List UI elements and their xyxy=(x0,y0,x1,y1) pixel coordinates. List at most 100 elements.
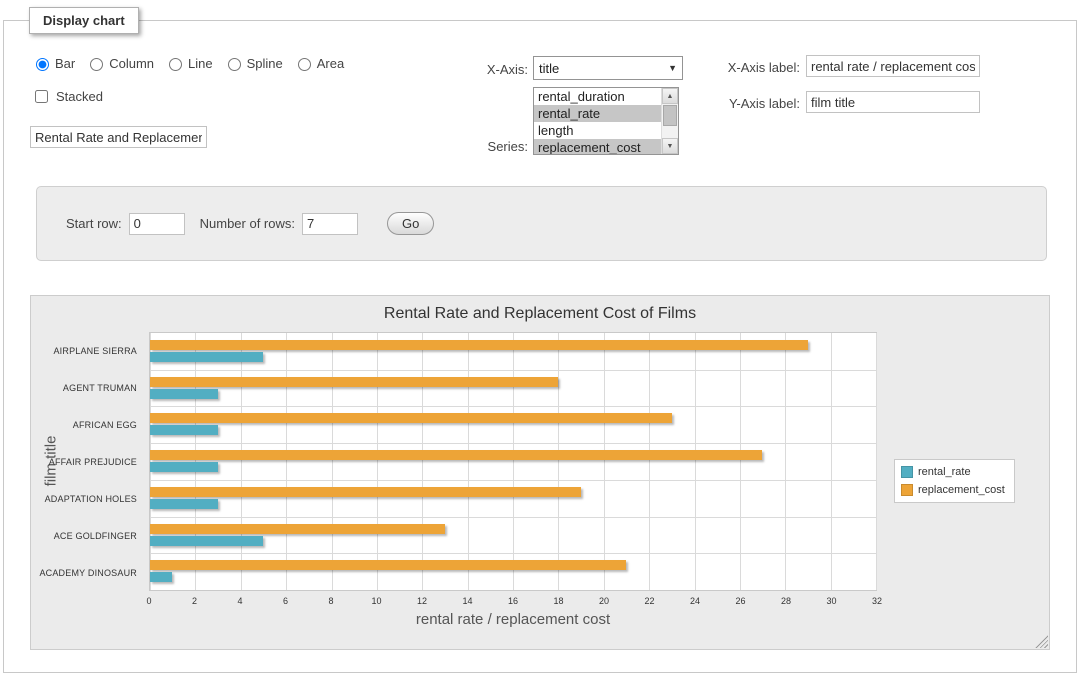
series-listbox[interactable]: rental_duration rental_rate length repla… xyxy=(533,87,679,155)
horizontal-gridline xyxy=(150,443,876,444)
x-axis-label-label: X-Axis label: xyxy=(712,60,800,75)
bar-replacement_cost xyxy=(150,487,581,497)
number-of-rows-label: Number of rows: xyxy=(200,216,295,231)
horizontal-gridline xyxy=(150,553,876,554)
y-category-label: ACE GOLDFINGER xyxy=(54,531,137,541)
number-of-rows-input[interactable] xyxy=(302,213,358,235)
scrollbar-thumb[interactable] xyxy=(663,105,677,126)
spline-radio[interactable] xyxy=(228,58,241,71)
panel-title: Display chart xyxy=(29,7,139,34)
bar-rental_rate xyxy=(150,352,263,362)
x-axis-label-input[interactable] xyxy=(806,55,980,77)
vertical-gridline xyxy=(377,333,378,590)
y-category-labels: AIRPLANE SIERRAAGENT TRUMANAFRICAN EGGAF… xyxy=(31,332,143,591)
bar-rental_rate xyxy=(150,462,218,472)
x-tick-label: 10 xyxy=(371,596,381,606)
x-tick-label: 16 xyxy=(508,596,518,606)
bar-replacement_cost xyxy=(150,524,445,534)
bar-rental_rate xyxy=(150,389,218,399)
vertical-gridline xyxy=(513,333,514,590)
series-select-label: Series: xyxy=(447,139,528,154)
chart-title-input[interactable] xyxy=(30,126,207,148)
chart-legend: rental_rate replacement_cost xyxy=(894,459,1015,503)
series-option[interactable]: replacement_cost xyxy=(534,139,678,155)
series-option[interactable]: rental_duration xyxy=(534,88,678,105)
x-tick-label: 20 xyxy=(599,596,609,606)
y-category-label: ACADEMY DINOSAUR xyxy=(39,568,137,578)
chevron-down-icon: ▼ xyxy=(668,63,677,73)
x-tick-label: 24 xyxy=(690,596,700,606)
bar-rental_rate xyxy=(150,572,172,582)
vertical-gridline xyxy=(604,333,605,590)
bar-replacement_cost xyxy=(150,413,672,423)
x-tick-label: 4 xyxy=(237,596,242,606)
vertical-gridline xyxy=(332,333,333,590)
y-axis-label-label: Y-Axis label: xyxy=(712,96,800,111)
x-tick-label: 14 xyxy=(462,596,472,606)
listbox-scrollbar[interactable]: ▲ ▼ xyxy=(661,88,678,154)
spline-radio-label: Spline xyxy=(247,56,283,71)
vertical-gridline xyxy=(695,333,696,590)
vertical-gridline xyxy=(785,333,786,590)
horizontal-gridline xyxy=(150,406,876,407)
chart-type-option-area[interactable]: Area xyxy=(293,55,344,71)
horizontal-gridline xyxy=(150,480,876,481)
vertical-gridline xyxy=(876,333,877,590)
x-tick-label: 2 xyxy=(192,596,197,606)
vertical-gridline xyxy=(740,333,741,590)
x-tick-label: 8 xyxy=(328,596,333,606)
legend-swatch-replacement-cost xyxy=(901,484,913,496)
horizontal-gridline xyxy=(150,517,876,518)
x-tick-label: 6 xyxy=(283,596,288,606)
x-axis-title: rental rate / replacement cost xyxy=(149,611,877,628)
line-radio[interactable] xyxy=(169,58,182,71)
legend-label: rental_rate xyxy=(918,466,971,478)
vertical-gridline xyxy=(286,333,287,590)
legend-item: rental_rate xyxy=(901,466,1005,478)
chart-type-option-line[interactable]: Line xyxy=(164,55,213,71)
bar-rental_rate xyxy=(150,499,218,509)
x-tick-labels: 02468101214161820222426283032 xyxy=(149,596,877,608)
vertical-gridline xyxy=(831,333,832,590)
stacked-option[interactable]: Stacked xyxy=(31,87,103,106)
go-button[interactable]: Go xyxy=(387,212,434,235)
y-category-label: ADAPTATION HOLES xyxy=(45,494,137,504)
scroll-up-icon[interactable]: ▲ xyxy=(662,88,678,104)
line-radio-label: Line xyxy=(188,56,213,71)
y-category-label: AGENT TRUMAN xyxy=(63,383,137,393)
vertical-gridline xyxy=(241,333,242,590)
plot-area xyxy=(149,332,877,591)
chart-type-option-bar[interactable]: Bar xyxy=(31,55,75,71)
y-axis-label-input[interactable] xyxy=(806,91,980,113)
bar-replacement_cost xyxy=(150,560,626,570)
chart-type-option-column[interactable]: Column xyxy=(85,55,154,71)
vertical-gridline xyxy=(558,333,559,590)
x-tick-label: 30 xyxy=(826,596,836,606)
series-option[interactable]: length xyxy=(534,122,678,139)
legend-item: replacement_cost xyxy=(901,484,1005,496)
area-radio[interactable] xyxy=(298,58,311,71)
resize-handle-icon[interactable] xyxy=(1035,635,1048,648)
row-range-controls: Start row: Number of rows: Go xyxy=(66,187,434,260)
x-tick-label: 18 xyxy=(553,596,563,606)
chart-container: Rental Rate and Replacement Cost of Film… xyxy=(30,295,1050,650)
stacked-checkbox[interactable] xyxy=(35,90,48,103)
bar-replacement_cost xyxy=(150,450,762,460)
legend-label: replacement_cost xyxy=(918,484,1005,496)
chart-type-options: Bar Column Line Spline Area xyxy=(31,55,344,71)
scroll-down-icon[interactable]: ▼ xyxy=(662,138,678,154)
bar-radio[interactable] xyxy=(36,58,49,71)
vertical-gridline xyxy=(468,333,469,590)
chart-type-option-spline[interactable]: Spline xyxy=(223,55,283,71)
x-tick-label: 28 xyxy=(781,596,791,606)
x-axis-select[interactable]: title ▼ xyxy=(533,56,683,80)
x-tick-label: 26 xyxy=(735,596,745,606)
start-row-input[interactable] xyxy=(129,213,185,235)
stacked-label: Stacked xyxy=(56,89,103,104)
x-tick-label: 12 xyxy=(417,596,427,606)
series-option[interactable]: rental_rate xyxy=(534,105,678,122)
column-radio[interactable] xyxy=(90,58,103,71)
row-range-panel: Start row: Number of rows: Go xyxy=(36,186,1047,261)
legend-swatch-rental-rate xyxy=(901,466,913,478)
column-radio-label: Column xyxy=(109,56,154,71)
